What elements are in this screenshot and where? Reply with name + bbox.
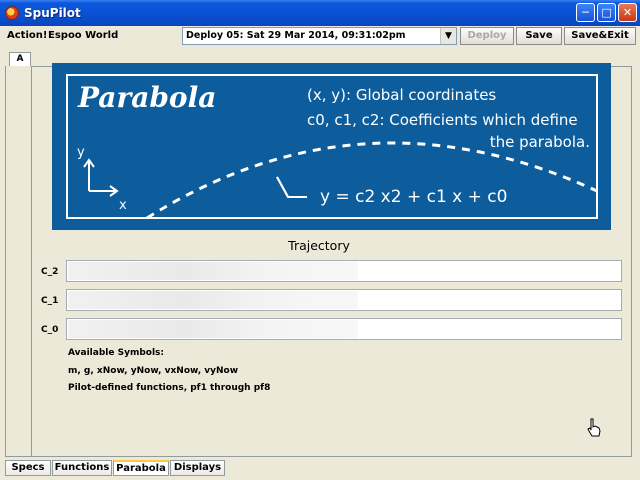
banner-line3: the parabola. [490,133,590,151]
dropdown-arrow-icon[interactable]: ▼ [440,28,456,44]
parabola-banner: Parabola (x, y): Global coordinates c0, … [52,63,611,230]
tab-specs[interactable]: Specs [5,460,51,476]
side-tab-border [5,66,31,457]
symbols-heading: Available Symbols: [68,348,164,358]
title-bar: SpuPilot ─ □ ✕ [0,0,640,26]
tab-displays[interactable]: Displays [170,460,225,476]
c0-label: C_0 [41,325,59,335]
hand-cursor-icon [587,418,601,437]
close-icon[interactable]: ✕ [618,3,637,22]
deploy-select-value: Deploy 05: Sat 29 Mar 2014, 09:31:02pm [186,30,406,41]
tab-parabola[interactable]: Parabola [113,460,169,476]
c2-label: C_2 [41,267,59,277]
maximize-icon[interactable]: □ [597,3,616,22]
banner-line2: c0, c1, c2: Coefficients which define [307,111,578,129]
c0-value-redacted [68,320,358,338]
c0-input[interactable] [66,318,622,340]
window-controls: ─ □ ✕ [576,3,637,22]
c1-value-redacted [68,291,358,309]
banner-equation: y = c2 x2 + c1 x + c0 [320,187,507,207]
deploy-button[interactable]: Deploy [460,27,514,45]
c1-label: C_1 [41,296,59,306]
window-title: SpuPilot [24,6,81,20]
world-label: Espoo World [48,30,119,41]
save-button[interactable]: Save [516,27,562,45]
save-exit-button[interactable]: Save&Exit [564,27,636,45]
tab-functions[interactable]: Functions [52,460,112,476]
c1-input[interactable] [66,289,622,311]
side-tab-a[interactable]: A [9,52,31,66]
axis-y-label: y [77,145,85,160]
trajectory-title: Trajectory [288,238,350,253]
action-label: Action! [7,30,48,41]
c2-input[interactable] [66,260,622,282]
c2-value-redacted [68,262,358,280]
banner-line1: (x, y): Global coordinates [307,86,496,104]
minimize-icon[interactable]: ─ [576,3,595,22]
toolbar: Action! Espoo World Deploy 05: Sat 29 Ma… [0,26,640,46]
app-icon [5,6,19,20]
symbols-list: m, g, xNow, yNow, vxNow, vyNow [68,366,239,376]
banner-title: Parabola [77,81,216,114]
functions-note: Pilot-defined functions, pf1 through pf8 [68,383,271,393]
deploy-select[interactable]: Deploy 05: Sat 29 Mar 2014, 09:31:02pm ▼ [182,27,457,45]
bottom-tab-bar: Specs Functions Parabola Displays [0,458,640,480]
axis-x-label: x [119,198,127,213]
